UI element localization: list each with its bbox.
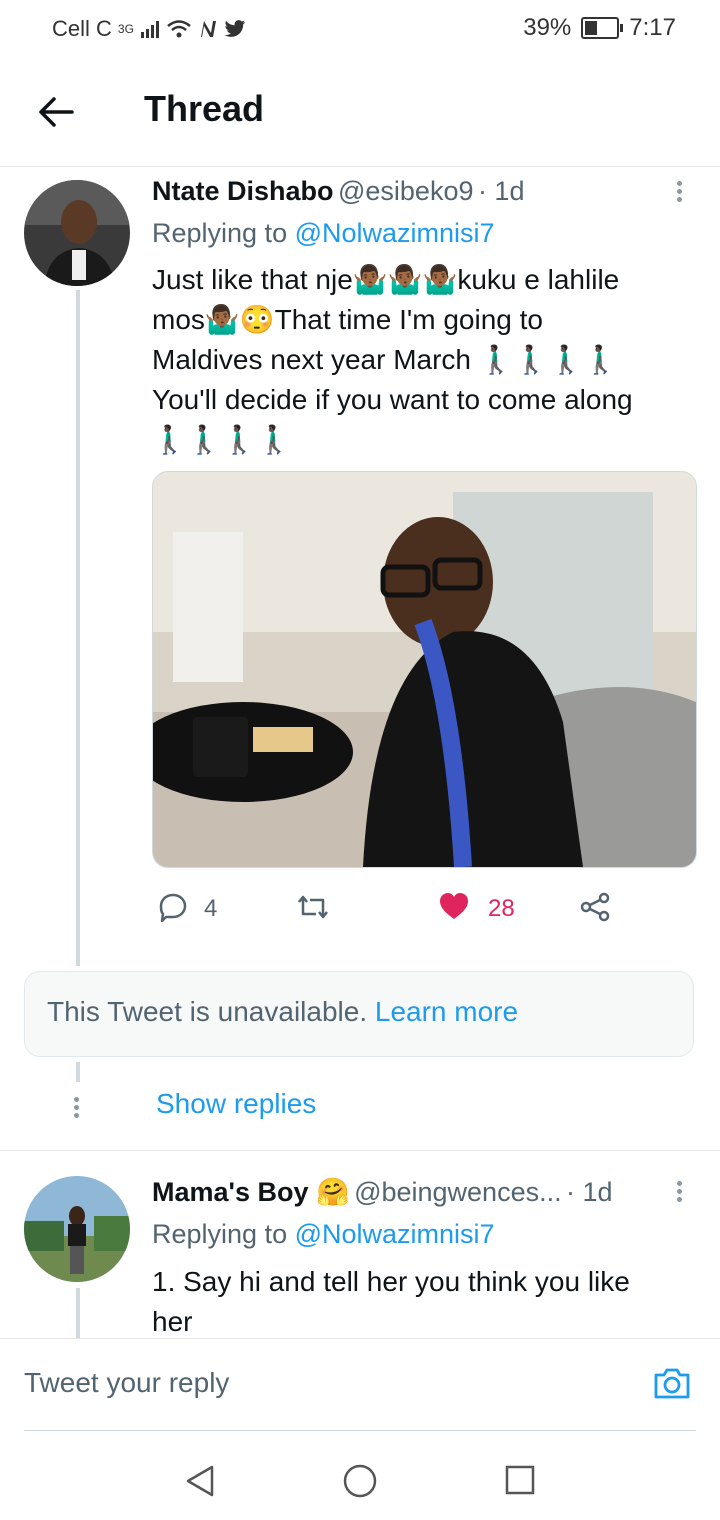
tweet-text: 1. Say hi and tell her you think you lik… — [152, 1262, 702, 1338]
replying-prefix: Replying to — [152, 218, 288, 248]
thread-line — [76, 290, 80, 966]
user-name[interactable]: Ntate Dishabo — [152, 176, 334, 206]
tweet-time: · 1d — [566, 1177, 613, 1207]
page-title: Thread — [144, 88, 265, 129]
nav-back-icon[interactable] — [184, 1464, 216, 1498]
replying-to: Replying to @Nolwazimnisi7 — [152, 1219, 495, 1250]
divider — [0, 1150, 720, 1151]
tweet-line: You'll decide if you want to come along — [152, 384, 633, 415]
more-options-icon[interactable] — [674, 178, 684, 205]
unavailable-tweet-card: This Tweet is unavailable. Learn more — [24, 971, 694, 1057]
replying-to: Replying to @Nolwazimnisi7 — [152, 218, 495, 249]
battery-icon — [581, 17, 624, 39]
thread-line — [76, 1062, 80, 1082]
system-nav-bar — [0, 1432, 720, 1520]
reply-icon[interactable] — [158, 892, 188, 922]
network-type: 3G — [117, 22, 134, 36]
battery-percent: 39% — [523, 14, 572, 41]
share-icon[interactable] — [580, 892, 610, 922]
show-replies-link[interactable]: Show replies — [156, 1088, 316, 1120]
clock: 7:17 — [629, 14, 676, 41]
tweet-time: · 1d — [477, 176, 525, 206]
tweet-line: Just like that nje🤷🏾‍♂️🤷🏾‍♂️🤷🏾‍♂️kuku e … — [152, 264, 620, 295]
tweet-line: 1. Say hi and tell her you think you lik… — [152, 1266, 630, 1297]
heart-icon[interactable] — [438, 891, 470, 921]
reply-compose-bar: Tweet your reply — [0, 1338, 720, 1431]
status-bar: Cell C 3G 39% 7:17 — [0, 0, 720, 56]
wifi-icon — [167, 20, 191, 38]
nav-recents-icon[interactable] — [504, 1464, 536, 1496]
twitter-bird-icon — [224, 20, 246, 37]
avatar[interactable] — [24, 1176, 130, 1282]
notification-n-icon — [200, 21, 216, 37]
learn-more-link[interactable]: Learn more — [375, 996, 518, 1027]
nav-home-icon[interactable] — [342, 1463, 378, 1499]
tweet-line: Maldives next year March 🚶🏿‍♂️🚶🏿‍♂️🚶🏿‍♂️… — [152, 344, 619, 375]
tweet-line: 🚶🏿‍♂️🚶🏿‍♂️🚶🏿‍♂️🚶🏿‍♂️ — [152, 424, 292, 455]
top-bar: Thread — [0, 56, 720, 167]
unavailable-text: This Tweet is unavailable. — [47, 996, 368, 1027]
signal-icon — [140, 21, 159, 38]
user-handle[interactable]: @esibeko9 — [338, 176, 474, 206]
avatar[interactable] — [24, 180, 130, 286]
tweet-actions: 4 28 — [152, 888, 695, 928]
tweet-header: Mama's Boy 🤗 @beingwences... · 1d — [152, 1176, 613, 1208]
replying-prefix: Replying to — [152, 1219, 288, 1249]
tweet-photo[interactable] — [152, 471, 697, 868]
like-count: 28 — [488, 895, 515, 922]
arrow-left-icon[interactable] — [34, 90, 78, 134]
tweet-header: Ntate Dishabo @esibeko9 · 1d — [152, 176, 524, 207]
user-name[interactable]: Mama's Boy 🤗 — [152, 1177, 350, 1207]
thread-line — [76, 1288, 80, 1338]
user-handle[interactable]: @beingwences... — [354, 1177, 562, 1207]
retweet-icon[interactable] — [296, 892, 330, 922]
camera-icon[interactable] — [652, 1363, 692, 1403]
collapsed-replies-dots — [71, 1094, 81, 1121]
compose-underline — [24, 1430, 696, 1431]
reply-count: 4 — [204, 895, 218, 922]
mention-link[interactable]: @Nolwazimnisi7 — [295, 1219, 495, 1249]
reply-input[interactable]: Tweet your reply — [24, 1367, 229, 1399]
carrier-label: Cell C — [52, 16, 112, 41]
tweet-line: her — [152, 1306, 193, 1337]
tweet-text: Just like that nje🤷🏾‍♂️🤷🏾‍♂️🤷🏾‍♂️kuku e … — [152, 260, 702, 460]
tweet-line: mos🤷🏾‍♂️😳That time I'm going to — [152, 304, 543, 335]
mention-link[interactable]: @Nolwazimnisi7 — [295, 218, 495, 248]
more-options-icon[interactable] — [674, 1178, 684, 1205]
